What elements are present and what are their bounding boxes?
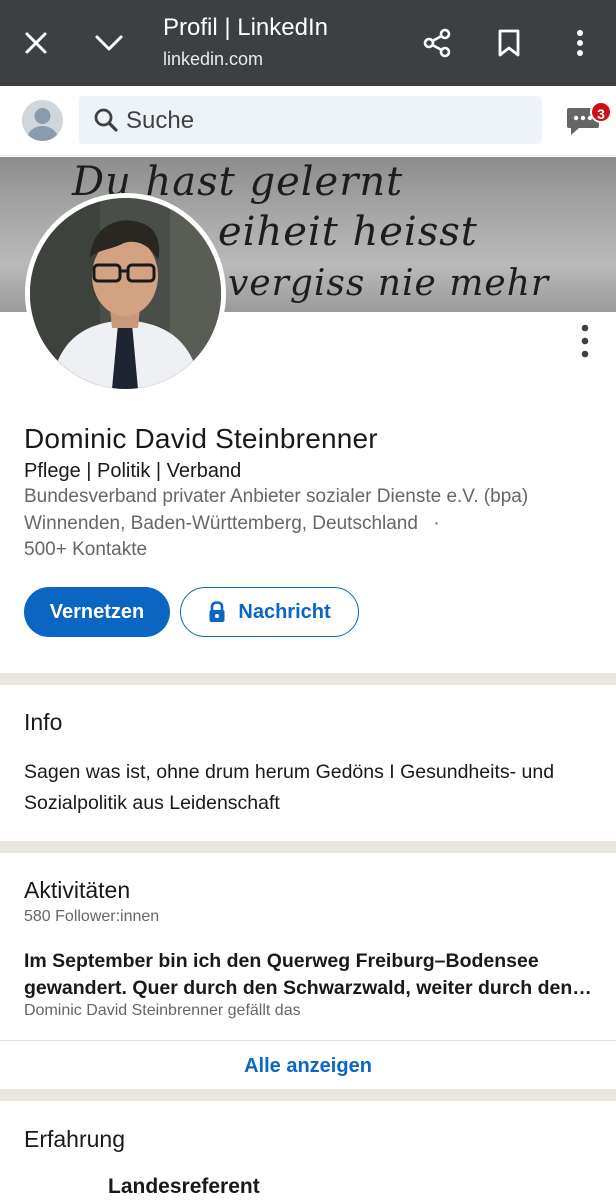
notification-badge: 3	[590, 101, 612, 123]
bookmark-icon[interactable]	[494, 26, 524, 60]
show-all-separator	[0, 1040, 616, 1041]
info-section-title: Info	[24, 709, 63, 735]
connect-button[interactable]: Vernetzen	[24, 587, 170, 637]
banner-text-line3: vergiss nie mehr	[228, 263, 550, 304]
lock-icon	[208, 601, 226, 623]
search-input[interactable]: Suche	[79, 96, 542, 144]
close-icon[interactable]	[20, 27, 52, 59]
location-separator: ·	[433, 513, 440, 534]
share-icon[interactable]	[420, 26, 454, 60]
profile-contacts[interactable]: 500+ Kontakte	[24, 539, 147, 561]
linkedin-header: Suche	[0, 86, 616, 156]
search-icon	[93, 107, 119, 138]
followers-count: 580 Follower:innen	[24, 908, 160, 925]
experience-section-title: Erfahrung	[24, 1126, 126, 1152]
banner-text-line2: eiheit heisst	[218, 209, 478, 255]
browser-toolbar: Profil | LinkedIn linkedin.com	[0, 0, 616, 86]
profile-photo-image	[30, 198, 221, 389]
message-button-label: Nachricht	[238, 600, 331, 623]
activity-post[interactable]: Im September bin ich den Querweg Freibur…	[24, 948, 599, 1002]
message-button[interactable]: Nachricht	[180, 587, 359, 637]
section-divider	[0, 673, 616, 685]
profile-photo[interactable]	[25, 193, 226, 394]
activity-post-line2: gewandert. Quer durch den Schwarzwald, w…	[24, 977, 592, 999]
browser-page-title: Profil | LinkedIn	[163, 14, 328, 41]
profile-more-icon[interactable]	[575, 323, 595, 359]
activity-post-meta: Dominic David Steinbrenner gefällt das	[24, 1002, 301, 1019]
profile-company[interactable]: Bundesverband privater Anbieter sozialer…	[24, 486, 528, 508]
section-divider	[0, 841, 616, 853]
profile-name: Dominic David Steinbrenner	[24, 423, 378, 454]
experience-role-title[interactable]: Landesreferent	[108, 1175, 260, 1199]
chevron-down-icon[interactable]	[92, 27, 126, 59]
avatar[interactable]	[22, 100, 63, 141]
activity-post-line1: Im September bin ich den Querweg Freibur…	[24, 950, 539, 972]
profile-location: Winnenden, Baden-Württemberg, Deutschlan…	[24, 513, 440, 535]
activity-section-title: Aktivitäten	[24, 877, 131, 903]
more-vert-icon[interactable]	[568, 26, 592, 60]
browser-url[interactable]: linkedin.com	[163, 49, 263, 70]
section-divider	[0, 1089, 616, 1101]
profile-headline: Pflege | Politik | Verband	[24, 460, 242, 482]
info-text: Sagen was ist, ohne drum herum Gedöns I …	[24, 761, 555, 814]
search-placeholder: Suche	[126, 107, 195, 134]
profile-location-text: Winnenden, Baden-Württemberg, Deutschlan…	[24, 513, 418, 534]
show-all-link[interactable]: Alle anzeigen	[0, 1048, 616, 1084]
